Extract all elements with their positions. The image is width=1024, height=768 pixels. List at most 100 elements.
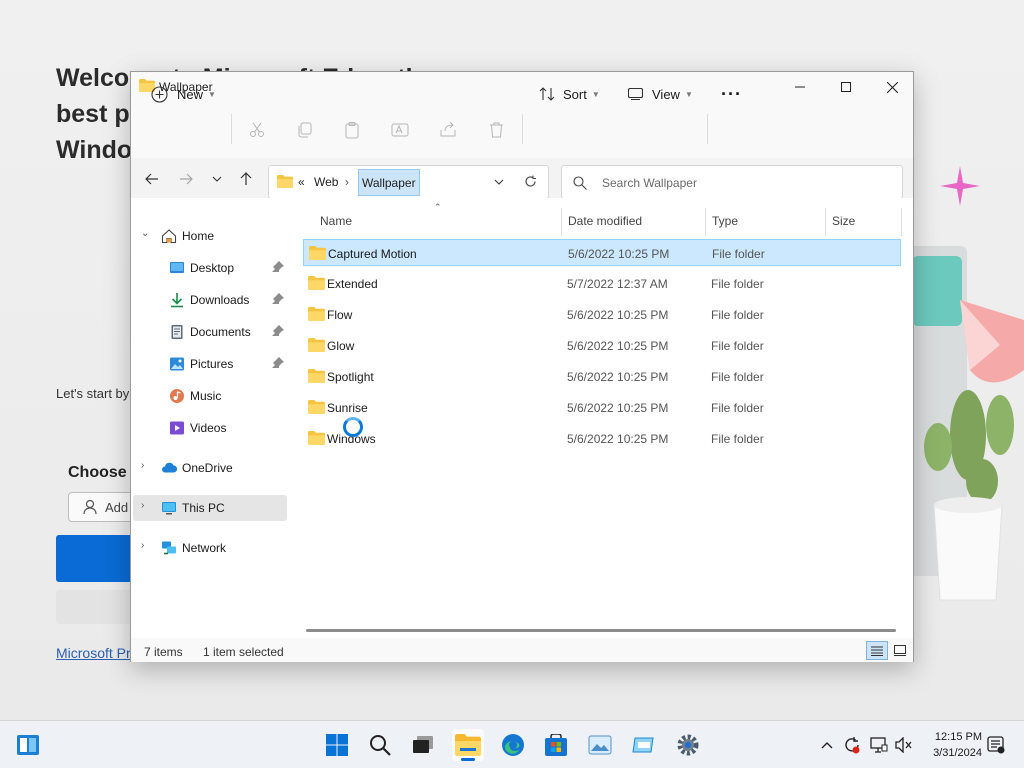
sidebar-item-network[interactable]: › Network <box>133 535 287 561</box>
notifications-button[interactable] <box>986 735 1006 755</box>
taskbar: 12:15 PM 3/31/2024 <box>0 720 1024 768</box>
column-divider[interactable] <box>901 208 902 236</box>
sidebar-item-pictures[interactable]: Pictures <box>133 351 287 377</box>
folder-icon <box>277 175 293 188</box>
file-row[interactable]: Flow 5/6/2022 10:25 PM File folder <box>303 301 901 328</box>
tiles-view-button[interactable] <box>889 641 911 660</box>
file-row[interactable]: Windows 5/6/2022 10:25 PM File folder <box>303 425 901 452</box>
status-bar: 7 items 1 item selected <box>131 638 913 662</box>
start-button[interactable] <box>321 729 353 761</box>
more-options-button[interactable]: ··· <box>721 80 742 108</box>
share-button[interactable] <box>436 118 460 142</box>
paste-icon <box>345 121 359 138</box>
sidebar-item-label: Pictures <box>190 357 234 371</box>
task-view-button[interactable] <box>407 729 439 761</box>
recent-locations-button[interactable] <box>206 168 228 190</box>
widgets-icon <box>17 735 39 755</box>
copy-button[interactable] <box>293 118 317 142</box>
folder-icon <box>308 369 325 383</box>
busy-cursor-icon <box>343 417 363 437</box>
chevron-down-icon[interactable]: ⌄ <box>141 228 149 239</box>
sidebar-item-downloads[interactable]: Downloads <box>133 287 287 313</box>
column-divider[interactable] <box>825 208 826 236</box>
sidebar-item-music[interactable]: Music <box>133 383 287 409</box>
pin-icon[interactable] <box>271 260 285 274</box>
back-button[interactable] <box>141 168 163 190</box>
folder-icon <box>308 307 325 321</box>
chevron-right-icon[interactable]: › <box>141 540 144 551</box>
file-row[interactable]: Glow 5/6/2022 10:25 PM File folder <box>303 332 901 359</box>
up-button[interactable] <box>235 168 257 190</box>
sidebar-item-label: OneDrive <box>182 461 233 475</box>
breadcrumb-overflow[interactable]: « <box>298 175 305 189</box>
file-list: ⌃ Name Date modified Type Size Captured … <box>303 198 913 638</box>
view-button[interactable]: View ▼ <box>628 80 693 108</box>
arrow-left-icon <box>145 173 158 185</box>
file-row[interactable]: Spotlight 5/6/2022 10:25 PM File folder <box>303 363 901 390</box>
pin-icon[interactable] <box>271 324 285 338</box>
file-date: 5/6/2022 10:25 PM <box>568 247 670 261</box>
column-header-name[interactable]: Name <box>320 214 352 228</box>
column-header-type[interactable]: Type <box>712 214 738 228</box>
file-date: 5/6/2022 10:25 PM <box>567 308 669 322</box>
column-header-size[interactable]: Size <box>832 214 855 228</box>
column-divider[interactable] <box>561 208 562 236</box>
photos-taskbar-button[interactable] <box>584 729 616 761</box>
sidebar-item-desktop[interactable]: Desktop <box>133 255 287 281</box>
sidebar-item-home[interactable]: ⌄ Home <box>133 223 287 249</box>
forward-button[interactable] <box>175 168 197 190</box>
photos-icon <box>588 735 612 755</box>
sidebar-item-documents[interactable]: Documents <box>133 319 287 345</box>
cut-icon <box>250 122 264 137</box>
sidebar-item-this-pc[interactable]: › This PC <box>133 495 287 521</box>
privacy-link[interactable]: Microsoft Pr <box>56 645 131 661</box>
delete-button[interactable] <box>484 118 508 142</box>
app-taskbar-button[interactable] <box>628 729 660 761</box>
chevron-down-icon[interactable] <box>494 179 504 185</box>
close-button[interactable] <box>869 72 915 102</box>
paste-button[interactable] <box>340 118 364 142</box>
file-name: Extended <box>327 277 378 291</box>
chevron-down-icon: ▼ <box>208 89 216 99</box>
file-explorer-taskbar-button[interactable] <box>452 729 484 761</box>
refresh-icon[interactable] <box>524 175 537 188</box>
breadcrumb-web[interactable]: Web <box>314 175 338 189</box>
minimize-button[interactable] <box>777 72 823 102</box>
clock[interactable]: 12:15 PM 3/31/2024 <box>920 729 982 761</box>
horizontal-scrollbar[interactable] <box>306 629 896 632</box>
sort-icon <box>539 87 555 101</box>
edge-taskbar-button[interactable] <box>497 729 529 761</box>
file-row[interactable]: Extended 5/7/2022 12:37 AM File folder <box>303 270 901 297</box>
breadcrumb-current[interactable]: Wallpaper <box>358 169 420 196</box>
new-button[interactable]: New ▼ <box>151 80 216 108</box>
sidebar-item-videos[interactable]: Videos <box>133 415 287 441</box>
store-taskbar-button[interactable] <box>540 729 572 761</box>
network-status-button[interactable] <box>869 735 889 755</box>
pin-icon[interactable] <box>271 356 285 370</box>
chevron-right-icon[interactable]: › <box>141 500 144 511</box>
sync-status-button[interactable] <box>842 735 862 755</box>
show-hidden-icons-button[interactable] <box>817 735 837 755</box>
search-box[interactable]: Search Wallpaper <box>561 165 903 199</box>
sidebar-item-onedrive[interactable]: › OneDrive <box>133 455 287 481</box>
maximize-button[interactable] <box>823 72 869 102</box>
cut-button[interactable] <box>245 118 269 142</box>
column-divider[interactable] <box>705 208 706 236</box>
pin-icon[interactable] <box>271 292 285 306</box>
file-date: 5/7/2022 12:37 AM <box>567 277 668 291</box>
file-row[interactable]: Sunrise 5/6/2022 10:25 PM File folder <box>303 394 901 421</box>
settings-taskbar-button[interactable] <box>672 729 704 761</box>
volume-button[interactable] <box>894 735 914 755</box>
search-input[interactable]: Search Wallpaper <box>602 176 697 190</box>
column-header-date[interactable]: Date modified <box>568 214 642 228</box>
rename-button[interactable] <box>388 118 412 142</box>
task-view-icon <box>413 736 433 753</box>
title-bar[interactable]: Wallpaper <box>131 72 913 104</box>
sort-button[interactable]: Sort ▼ <box>539 80 600 108</box>
search-taskbar-button[interactable] <box>364 729 396 761</box>
details-view-button[interactable] <box>866 641 888 660</box>
file-row[interactable]: Captured Motion 5/6/2022 10:25 PM File fol… <box>303 239 901 266</box>
widgets-button[interactable] <box>12 729 44 761</box>
address-bar[interactable]: « Web › Wallpaper <box>268 165 549 199</box>
chevron-right-icon[interactable]: › <box>141 460 144 471</box>
